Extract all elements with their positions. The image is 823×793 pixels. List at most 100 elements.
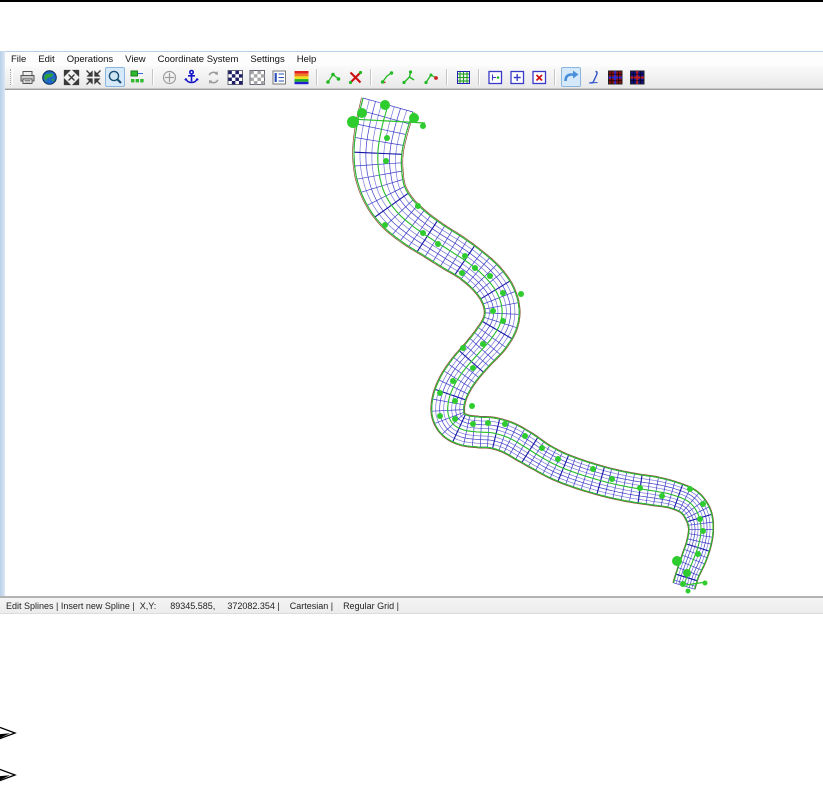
cell-insert-button[interactable] <box>485 67 505 87</box>
spline-point[interactable] <box>357 108 367 118</box>
spline-point[interactable] <box>462 253 468 259</box>
spline-point[interactable] <box>680 581 686 587</box>
zoom-box-icon <box>108 70 122 84</box>
samples-light-button[interactable] <box>247 67 267 87</box>
spline-point[interactable] <box>459 270 465 276</box>
spline-point[interactable] <box>700 501 706 507</box>
spline-point[interactable] <box>502 421 508 427</box>
spline-new-icon <box>325 72 340 84</box>
spline-delete-button[interactable] <box>345 67 365 87</box>
app-window: File Edit Operations View Coordinate System S… <box>0 51 823 614</box>
spline-point[interactable] <box>437 390 443 396</box>
toolbar-separator <box>370 69 372 85</box>
zoom-extents-icon <box>63 69 79 85</box>
refresh-icon <box>208 70 218 84</box>
spline-point[interactable] <box>695 551 701 557</box>
zoom-shrink-icon <box>85 69 101 85</box>
spline-point[interactable] <box>480 341 486 347</box>
spline-point[interactable] <box>522 433 528 439</box>
colormap-button[interactable] <box>291 67 311 87</box>
spline-point[interactable] <box>500 290 506 296</box>
spline-point[interactable] <box>539 445 545 451</box>
spline-point[interactable] <box>452 416 458 422</box>
grid-longitudinal-line <box>395 110 711 589</box>
spline-delete-icon <box>348 70 362 84</box>
samples-dark-button[interactable] <box>225 67 245 87</box>
spline-point[interactable] <box>555 456 561 462</box>
grid-editor-canvas[interactable] <box>5 89 823 596</box>
samples-light-icon <box>249 69 265 85</box>
menu-item-settings[interactable]: Settings <box>244 53 290 66</box>
spline-point[interactable] <box>435 241 441 247</box>
spline-point[interactable] <box>637 485 643 491</box>
legend-button[interactable] <box>127 67 147 87</box>
spline-point[interactable] <box>420 230 426 236</box>
spline-point[interactable] <box>700 528 706 534</box>
spline-point[interactable] <box>415 203 421 209</box>
script-button[interactable] <box>583 67 603 87</box>
spline-point[interactable] <box>500 318 506 324</box>
spline-point[interactable] <box>590 466 596 472</box>
origin-button[interactable] <box>159 67 179 87</box>
block-blue-button[interactable] <box>627 67 647 87</box>
spline-point[interactable] <box>460 345 466 351</box>
toolbar-separator <box>152 69 154 85</box>
index-button[interactable] <box>269 67 289 87</box>
spline-point[interactable] <box>452 398 458 404</box>
grid-longitudinal-line <box>383 106 705 587</box>
menu-item-help[interactable]: Help <box>291 53 323 66</box>
spline-point[interactable] <box>450 378 456 384</box>
spline-point[interactable] <box>380 100 390 110</box>
spline-point[interactable] <box>609 476 615 482</box>
spline-point[interactable] <box>490 308 496 314</box>
zoom-shrink-button[interactable] <box>83 67 103 87</box>
spline-point[interactable] <box>485 420 491 426</box>
toolbar-separator <box>554 69 556 85</box>
anchor-button[interactable] <box>181 67 201 87</box>
spline-point[interactable] <box>487 273 493 279</box>
spline-point[interactable] <box>472 265 478 271</box>
spline-point[interactable] <box>409 113 419 123</box>
grid-create-button[interactable] <box>453 67 473 87</box>
print-button[interactable] <box>17 67 37 87</box>
spline-new-button[interactable] <box>323 67 343 87</box>
block-red-button[interactable] <box>605 67 625 87</box>
document-page: File Edit Operations View Coordinate System S… <box>0 0 823 793</box>
spline-point[interactable] <box>383 158 389 164</box>
spline-point[interactable] <box>518 291 524 297</box>
toolbar-grip[interactable] <box>10 69 13 85</box>
menu-item-view[interactable]: View <box>119 53 151 66</box>
cell-plus-button[interactable] <box>507 67 527 87</box>
spline-point[interactable] <box>470 365 476 371</box>
undo-button[interactable] <box>561 67 581 87</box>
grid-longitudinal-line <box>389 108 708 588</box>
spline-point[interactable] <box>469 403 475 409</box>
menu-item-file[interactable]: File <box>5 53 32 66</box>
spline-point[interactable] <box>702 580 708 586</box>
spline-point[interactable] <box>659 493 665 499</box>
spline-point[interactable] <box>683 569 691 577</box>
river-grid[interactable] <box>5 90 823 596</box>
spline-point[interactable] <box>685 588 691 594</box>
menu-item-operations[interactable]: Operations <box>61 53 119 66</box>
spline-point-button[interactable] <box>421 67 441 87</box>
spline-point[interactable] <box>672 556 682 566</box>
spline-edit-button[interactable] <box>377 67 397 87</box>
refresh-button[interactable] <box>203 67 223 87</box>
guide-spline <box>400 111 714 590</box>
spline-point[interactable] <box>384 135 390 141</box>
cell-delete-button[interactable] <box>529 67 549 87</box>
spline-point[interactable] <box>347 116 359 128</box>
menu-item-coordinate-system[interactable]: Coordinate System <box>152 53 245 66</box>
spline-point[interactable] <box>470 421 476 427</box>
spline-point[interactable] <box>420 123 426 129</box>
spline-split-button[interactable] <box>399 67 419 87</box>
menu-item-edit[interactable]: Edit <box>32 53 60 66</box>
spline-point[interactable] <box>687 486 693 492</box>
spline-point[interactable] <box>382 222 388 228</box>
spline-point[interactable] <box>697 516 703 522</box>
zoom-extents-button[interactable] <box>61 67 81 87</box>
spline-point[interactable] <box>437 413 443 419</box>
zoom-box-button[interactable] <box>105 67 125 87</box>
world-button[interactable] <box>39 67 59 87</box>
